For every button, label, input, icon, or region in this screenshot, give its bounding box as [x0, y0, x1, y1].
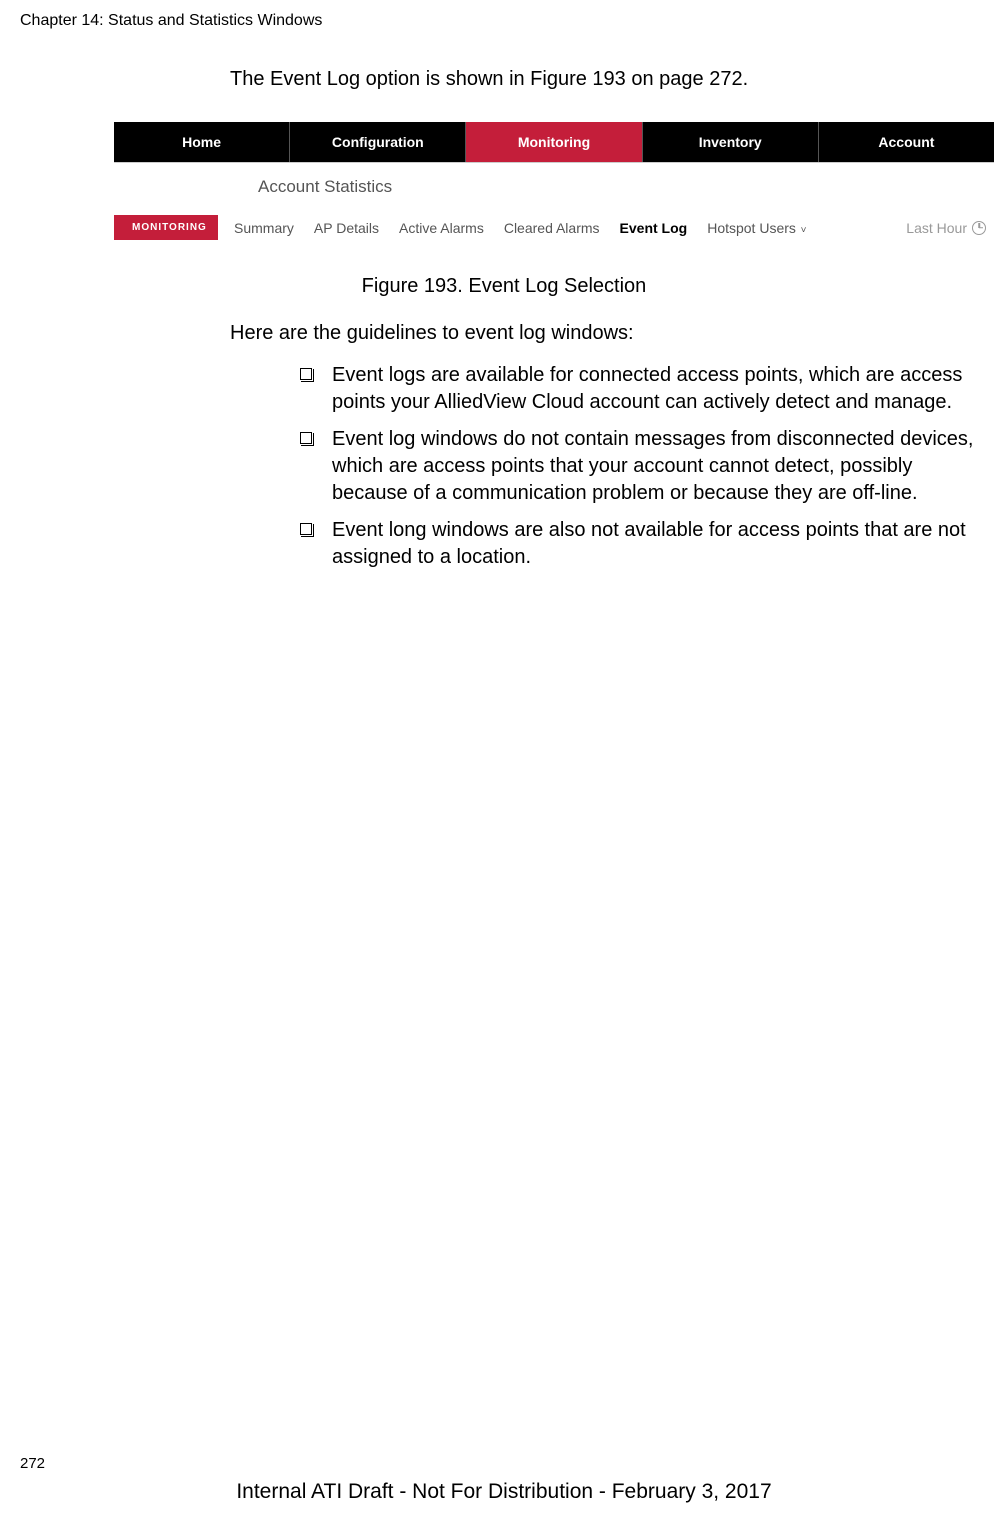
bullet-icon [300, 523, 312, 535]
bullet-list: Event logs are available for connected a… [300, 362, 980, 581]
nav-monitoring[interactable]: Monitoring [466, 122, 642, 162]
list-item: Event logs are available for connected a… [300, 362, 980, 416]
page-number: 272 [20, 1455, 45, 1472]
sub-nav-row: MONITORING Summary AP Details Active Ala… [114, 215, 994, 240]
main-nav-bar: Home Configuration Monitoring Inventory … [114, 122, 994, 163]
nav-home[interactable]: Home [114, 122, 290, 162]
account-statistics-title: Account Statistics [114, 163, 994, 197]
tab-summary[interactable]: Summary [234, 220, 294, 236]
figure-caption: Figure 193. Event Log Selection [0, 275, 1008, 298]
bullet-text: Event long windows are also not availabl… [332, 517, 980, 571]
bullet-icon [300, 368, 312, 380]
chapter-header: Chapter 14: Status and Statistics Window… [20, 12, 322, 30]
tab-active-alarms[interactable]: Active Alarms [399, 220, 484, 236]
list-item: Event log windows do not contain message… [300, 426, 980, 507]
monitoring-badge: MONITORING [114, 215, 218, 240]
chevron-down-icon: ˅ [798, 225, 807, 236]
bullet-icon [300, 432, 312, 444]
intro-paragraph: The Event Log option is shown in Figure … [230, 68, 748, 91]
sub-tabs: Summary AP Details Active Alarms Cleared… [234, 220, 906, 236]
tab-cleared-alarms[interactable]: Cleared Alarms [504, 220, 600, 236]
bullet-text: Event log windows do not contain message… [332, 426, 980, 507]
figure-screenshot: Home Configuration Monitoring Inventory … [114, 122, 994, 240]
tab-event-log[interactable]: Event Log [620, 220, 688, 236]
list-item: Event long windows are also not availabl… [300, 517, 980, 571]
guidelines-intro: Here are the guidelines to event log win… [230, 322, 634, 345]
nav-account[interactable]: Account [819, 122, 994, 162]
last-hour-label: Last Hour [906, 220, 967, 236]
nav-inventory[interactable]: Inventory [643, 122, 819, 162]
tab-ap-details[interactable]: AP Details [314, 220, 379, 236]
clock-icon [972, 221, 986, 235]
bullet-text: Event logs are available for connected a… [332, 362, 980, 416]
nav-configuration[interactable]: Configuration [290, 122, 466, 162]
tab-hotspot-users[interactable]: Hotspot Users ˅ [707, 220, 806, 236]
footer-draft-notice: Internal ATI Draft - Not For Distributio… [0, 1480, 1008, 1504]
last-hour-selector[interactable]: Last Hour [906, 220, 994, 236]
